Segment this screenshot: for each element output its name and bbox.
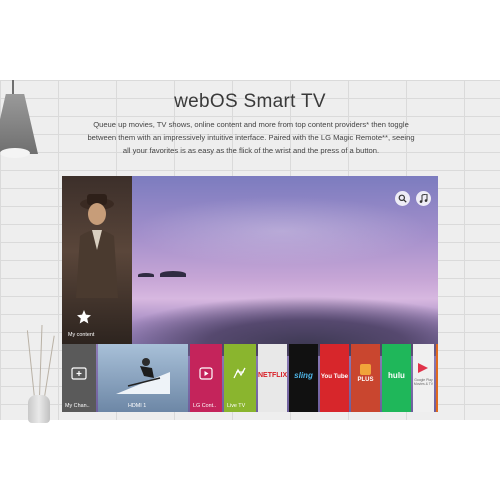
- star-icon: [77, 310, 91, 324]
- my-content-label: My content: [68, 332, 95, 338]
- skier-thumbnail: [116, 358, 170, 394]
- google-play-label: Google Play Movies & TV: [413, 378, 434, 386]
- islet: [160, 271, 186, 277]
- youtube-logo: You Tube: [320, 373, 349, 380]
- search-button[interactable]: [395, 191, 410, 206]
- launcher-card-label: My Chan..: [65, 403, 90, 409]
- channel-plus-icon: [360, 364, 371, 375]
- antenna-icon: [233, 367, 246, 379]
- launcher-card-channel-plus[interactable]: PLUS: [351, 344, 380, 412]
- vase-icon: [28, 395, 50, 423]
- music-button[interactable]: [416, 191, 431, 206]
- launcher-card-lg-content-store[interactable]: LG Cont..: [190, 344, 222, 412]
- tv-screen: My content My Chan.. HDMI 1 LG Cont.. Li…: [62, 176, 438, 412]
- lamp-bulb: [0, 148, 30, 158]
- hulu-logo: hulu: [388, 371, 405, 380]
- sling-logo: sling: [294, 371, 313, 380]
- clouds: [132, 196, 432, 266]
- launcher-card-partial[interactable]: [436, 344, 438, 412]
- launcher-card-google-play-movies[interactable]: Google Play Movies & TV: [413, 344, 434, 412]
- description-text: Queue up movies, TV shows, online conten…: [87, 120, 415, 155]
- launcher-card-hulu[interactable]: hulu: [382, 344, 411, 412]
- plus-logo: PLUS: [357, 377, 374, 383]
- google-play-icon: [418, 363, 428, 373]
- page-title: webOS Smart TV: [174, 91, 326, 112]
- launcher-card-label: HDMI 1: [128, 403, 147, 409]
- search-icon: [398, 194, 407, 203]
- launcher-card-live-tv[interactable]: Live TV: [224, 344, 256, 412]
- launcher-card-label: LG Cont..: [193, 403, 217, 409]
- my-content-tile[interactable]: My content: [62, 304, 132, 344]
- launcher-card-hdmi1[interactable]: HDMI 1: [98, 344, 188, 412]
- launcher-card-youtube[interactable]: You Tube: [320, 344, 349, 412]
- launcher-card-netflix[interactable]: NETFLIX: [258, 344, 287, 412]
- launcher-card-sling[interactable]: sling: [289, 344, 318, 412]
- featured-character-image: [76, 194, 118, 298]
- islet: [138, 273, 154, 277]
- netflix-logo: NETFLIX: [258, 372, 287, 379]
- featured-content-panel[interactable]: My content: [62, 176, 132, 344]
- music-note-icon: [419, 194, 428, 203]
- launcher-card-my-channels[interactable]: My Chan..: [62, 344, 96, 412]
- tv-plus-icon: [71, 367, 87, 380]
- launcher-card-label: Live TV: [227, 403, 246, 409]
- floor: [0, 420, 500, 500]
- play-box-icon: [199, 367, 213, 380]
- launcher-bar: My Chan.. HDMI 1 LG Cont.. Live TV NETFL…: [62, 344, 438, 412]
